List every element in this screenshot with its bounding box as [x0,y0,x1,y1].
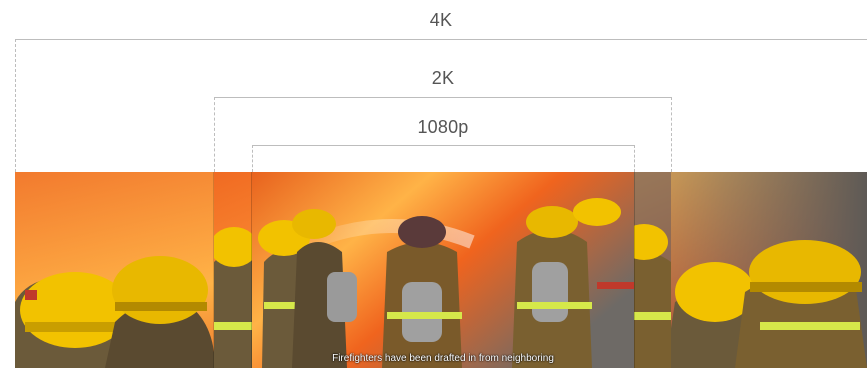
bracket-1080p-right-tick [634,145,635,172]
bracket-2k-line [214,97,671,98]
label-2k: 2K [431,68,455,88]
firefighter-photo-1080p [252,172,634,368]
bracket-1080p-left-tick [252,145,253,172]
photo-1080p: Firefighters have been drafted in from n… [252,172,634,368]
video-caption: Firefighters have been drafted in from n… [332,353,554,364]
bracket-2k-left-tick [214,97,215,172]
bracket-4k-line [15,39,867,40]
bracket-4k-left-tick [15,39,16,172]
resolution-comparison: 4K 2K 1080p Firefighters have been draft… [0,0,867,368]
label-1080p: 1080p [417,117,469,137]
bracket-1080p-line [252,145,634,146]
label-4k: 4K [429,10,453,30]
bracket-2k-right-tick [671,97,672,172]
